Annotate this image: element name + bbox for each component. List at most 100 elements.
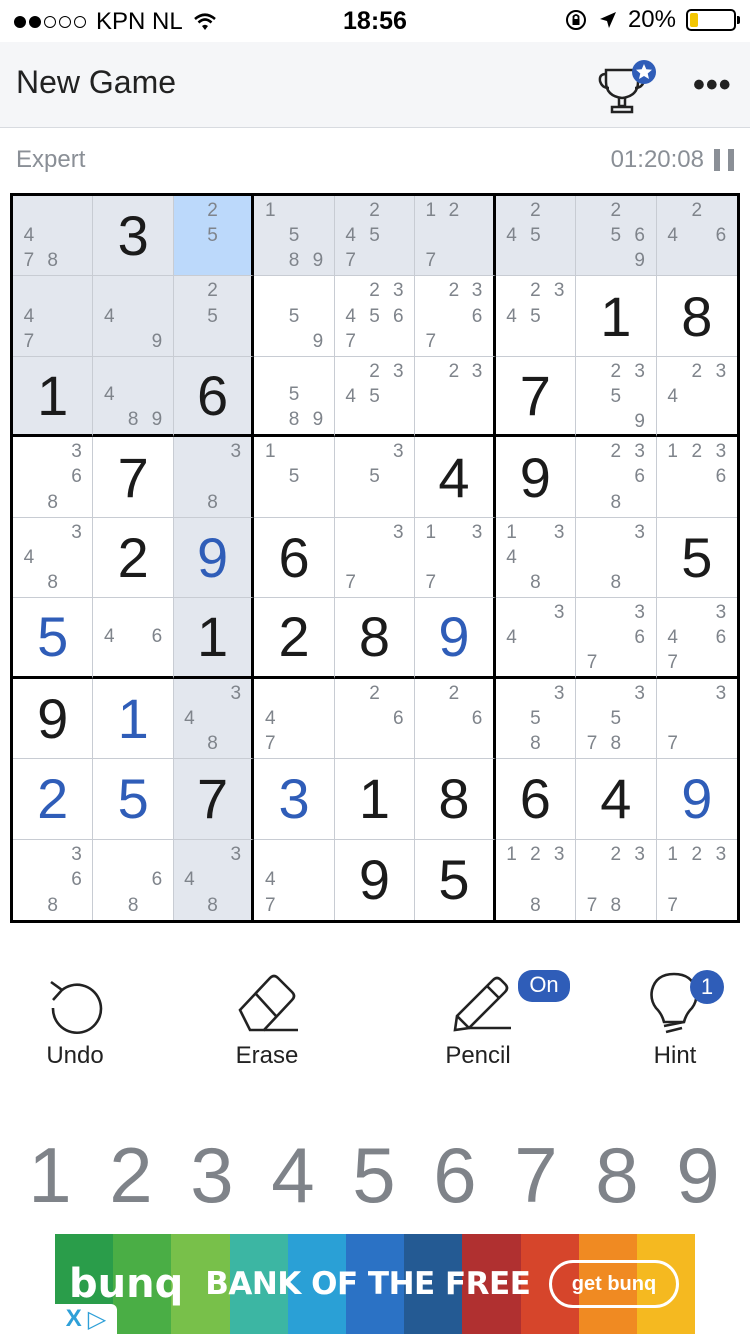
sudoku-cell[interactable]: 37: [656, 679, 737, 760]
sudoku-cell[interactable]: 3 48: [13, 517, 94, 599]
number-key-1[interactable]: 1: [14, 1130, 86, 1220]
sudoku-cell[interactable]: 24 6: [656, 196, 737, 277]
ad-cta-button[interactable]: get bunq: [549, 1260, 679, 1308]
sudoku-cell[interactable]: 7: [173, 759, 255, 840]
sudoku-cell[interactable]: 59: [254, 276, 335, 357]
sudoku-cell[interactable]: 123 6: [656, 437, 737, 518]
sudoku-cell[interactable]: 1: [93, 678, 174, 760]
sudoku-cell[interactable]: 35 8: [495, 678, 577, 760]
sudoku-cell[interactable]: 3: [254, 759, 335, 840]
sudoku-cell[interactable]: 2359: [576, 356, 657, 438]
number-key-2[interactable]: 2: [95, 1130, 167, 1220]
sudoku-cell[interactable]: 25: [173, 196, 255, 277]
number-key-6[interactable]: 6: [419, 1130, 491, 1220]
sudoku-cell[interactable]: 2 56 9: [576, 196, 657, 277]
sudoku-cell[interactable]: 7: [93, 437, 174, 518]
hint-button[interactable]: Hint 1: [615, 966, 735, 1076]
sudoku-cell[interactable]: 9: [335, 839, 416, 920]
sudoku-cell[interactable]: 9: [495, 437, 577, 518]
sudoku-cell[interactable]: 1: [334, 759, 416, 840]
sudoku-cell[interactable]: 25: [173, 276, 255, 357]
sudoku-cell[interactable]: 5: [93, 759, 174, 840]
sudoku-cell[interactable]: 1 3 7: [415, 517, 496, 599]
sudoku-cell[interactable]: 23 45: [334, 356, 416, 438]
pencil-button[interactable]: Pencil On: [418, 966, 570, 1076]
sudoku-cell[interactable]: 6: [254, 517, 335, 599]
sudoku-cell[interactable]: 123 8: [496, 839, 577, 920]
number-key-3[interactable]: 3: [176, 1130, 248, 1220]
sudoku-cell[interactable]: 3 48: [173, 839, 255, 920]
sudoku-cell[interactable]: 1: [173, 598, 255, 679]
sudoku-cell[interactable]: 35: [334, 437, 416, 518]
sudoku-cell[interactable]: 4: [576, 759, 657, 840]
sudoku-cell[interactable]: 123 7: [657, 840, 737, 920]
sudoku-cell[interactable]: 2: [93, 517, 174, 599]
sudoku-cell[interactable]: 3 68: [13, 839, 94, 920]
sudoku-cell[interactable]: 3 68: [13, 437, 94, 518]
sudoku-cell[interactable]: 38: [173, 437, 255, 518]
sudoku-cell[interactable]: 49: [93, 276, 174, 357]
sudoku-cell[interactable]: 68: [93, 839, 174, 920]
number-key-8[interactable]: 8: [581, 1130, 653, 1220]
number-key-9[interactable]: 9: [662, 1130, 734, 1220]
undo-button[interactable]: Undo: [15, 966, 135, 1076]
sudoku-cell[interactable]: 3 6 7: [576, 598, 657, 679]
sudoku-cell[interactable]: 47: [254, 839, 335, 920]
sudoku-cell[interactable]: 8: [334, 598, 416, 679]
sudoku-cell[interactable]: 23 68: [576, 437, 657, 518]
sudoku-cell[interactable]: 5: [656, 518, 737, 599]
sudoku-cell[interactable]: 5: [13, 598, 94, 679]
sudoku-cell[interactable]: 23 6 7: [415, 276, 496, 357]
sudoku-cell[interactable]: 34: [495, 598, 577, 679]
more-options-button[interactable]: •••: [693, 66, 732, 105]
sudoku-cell[interactable]: 3 4 6 7: [656, 598, 737, 679]
sudoku-cell[interactable]: 9: [656, 759, 737, 840]
sudoku-cell[interactable]: 23 456 7: [334, 276, 416, 357]
sudoku-cell[interactable]: 2: [254, 598, 335, 679]
sudoku-cell[interactable]: 245: [495, 196, 577, 277]
sudoku-cell[interactable]: 15: [254, 437, 335, 518]
sudoku-cell[interactable]: 9: [13, 678, 94, 760]
sudoku-cell[interactable]: 37: [334, 517, 416, 599]
sudoku-cell[interactable]: 26: [415, 678, 496, 760]
sudoku-cell[interactable]: 23 78: [576, 839, 657, 920]
sudoku-cell[interactable]: 23 4: [656, 357, 737, 438]
sudoku-cell[interactable]: 23: [415, 356, 496, 438]
sudoku-cell[interactable]: 3: [93, 196, 174, 277]
sudoku-cell[interactable]: 2: [13, 759, 94, 840]
sudoku-cell[interactable]: 5 89: [254, 356, 335, 438]
new-game-button[interactable]: New Game: [16, 64, 176, 101]
sudoku-cell[interactable]: 6: [495, 759, 577, 840]
ad-choices[interactable]: X ▷: [55, 1304, 117, 1334]
number-key-7[interactable]: 7: [500, 1130, 572, 1220]
erase-button[interactable]: Erase: [207, 966, 327, 1076]
ad-banner[interactable]: bunq BANK OF THE FREE get bunq: [55, 1234, 695, 1334]
sudoku-cell[interactable]: 12 7: [415, 196, 496, 277]
sudoku-cell[interactable]: 4 78: [13, 196, 94, 277]
sudoku-cell[interactable]: 1: [13, 356, 94, 438]
ad-close-icon[interactable]: X: [66, 1305, 82, 1333]
number-key-4[interactable]: 4: [257, 1130, 329, 1220]
sudoku-cell[interactable]: 3578: [576, 678, 657, 760]
sudoku-cell[interactable]: 3 48: [173, 678, 255, 760]
sudoku-cell[interactable]: 9: [415, 598, 496, 679]
sudoku-cell[interactable]: 8: [656, 276, 737, 357]
sudoku-cell[interactable]: 47: [254, 678, 335, 760]
sudoku-cell[interactable]: 1: [576, 276, 657, 357]
sudoku-cell[interactable]: 1 3 48: [495, 517, 577, 599]
sudoku-cell[interactable]: 7: [495, 356, 577, 438]
sudoku-cell[interactable]: 489: [93, 356, 174, 438]
sudoku-cell[interactable]: 38: [576, 517, 657, 599]
sudoku-cell[interactable]: 47: [13, 276, 94, 357]
sudoku-cell[interactable]: 6: [173, 356, 255, 438]
sudoku-cell[interactable]: 4: [415, 437, 496, 518]
number-key-5[interactable]: 5: [338, 1130, 410, 1220]
trophy-icon[interactable]: [598, 60, 660, 116]
ad-choices-icon[interactable]: ▷: [88, 1305, 106, 1334]
sudoku-cell[interactable]: 8: [415, 759, 496, 840]
pause-icon[interactable]: [714, 149, 734, 171]
sudoku-cell[interactable]: 5: [415, 839, 496, 920]
sudoku-cell[interactable]: 2457: [334, 196, 416, 277]
sudoku-cell[interactable]: 9: [173, 517, 255, 599]
sudoku-cell[interactable]: 26: [334, 678, 416, 760]
